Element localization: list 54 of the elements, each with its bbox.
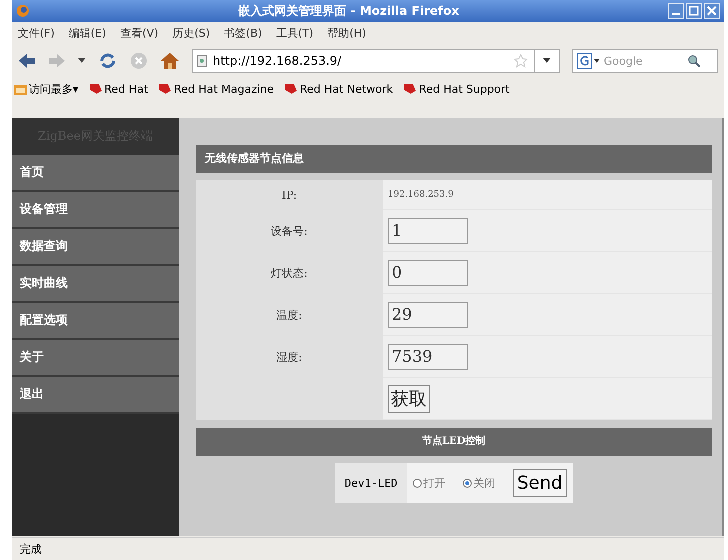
menu-item[interactable]: 查看(V) (120, 26, 159, 40)
window-title: 嵌入式网关管理界面 - Mozilla Firefox (238, 2, 460, 20)
radio-label: 打开 (423, 476, 446, 490)
section-header: 节点LED控制 (196, 428, 712, 456)
sidebar-item[interactable]: 实时曲线 (12, 266, 179, 303)
device-label: Dev1-LED (344, 476, 398, 490)
sidebar-item[interactable]: 首页 (12, 155, 179, 192)
address-bar[interactable]: http://192.168.253.9/ (192, 49, 560, 73)
status-text: 完成 (20, 542, 42, 556)
sidebar-item[interactable]: 配置选项 (12, 303, 179, 340)
field-label: IP: (282, 188, 298, 202)
maximize-icon[interactable] (686, 3, 702, 19)
home-icon[interactable] (160, 52, 180, 70)
sidebar-item[interactable]: 设备管理 (12, 192, 179, 229)
sidebar-item[interactable]: 退出 (12, 377, 179, 414)
field-label: 温度: (276, 308, 302, 322)
bookmark-link[interactable]: Red Hat Magazine (174, 82, 274, 96)
reload-icon[interactable] (98, 51, 118, 71)
input-field[interactable]: 29 (388, 302, 468, 328)
send-button[interactable]: Send (513, 469, 567, 497)
menu-item[interactable]: 书签(B) (224, 26, 262, 40)
fetch-button[interactable]: 获取 (388, 384, 430, 412)
sidebar-item[interactable]: 数据查询 (12, 229, 179, 266)
input-field[interactable]: 1 (388, 218, 468, 244)
input-field[interactable]: 0 (388, 260, 468, 286)
input-field[interactable]: 7539 (388, 344, 468, 370)
dropdown-caret-icon[interactable] (78, 58, 86, 64)
radio-button[interactable] (413, 478, 422, 488)
radio-label: 关闭 (473, 476, 496, 490)
menu-item[interactable]: 帮助(H) (328, 26, 366, 40)
browser-logo-icon (16, 4, 30, 18)
minimize-icon[interactable] (668, 3, 684, 19)
panel-header: 无线传感器节点信息 (196, 145, 712, 173)
star-icon[interactable] (514, 54, 528, 68)
search-icon[interactable] (687, 54, 701, 68)
page-icon (197, 55, 207, 67)
sidebar-item[interactable]: 关于 (12, 340, 179, 377)
close-icon[interactable] (704, 3, 720, 19)
ip-value: 192.168.253.9 (388, 190, 454, 200)
menu-item[interactable]: 工具(T) (276, 26, 314, 40)
field-label: 灯状态: (271, 266, 308, 280)
bookmark-link[interactable]: Red Hat Network (300, 82, 394, 96)
back-arrow-icon[interactable] (18, 53, 36, 69)
radio-button[interactable] (463, 478, 472, 488)
folder-icon (14, 83, 27, 95)
menu-item[interactable]: 文件(F) (18, 26, 55, 40)
field-label: 设备号: (271, 224, 308, 238)
field-label: 湿度: (276, 350, 302, 364)
menu-item[interactable]: 编辑(E) (68, 26, 106, 40)
bookmark-link[interactable]: Red Hat (104, 82, 148, 96)
bookmark-link[interactable]: 访问最多▾ (29, 82, 79, 96)
bookmark-link[interactable]: Red Hat Support (419, 82, 510, 96)
search-engine-icon[interactable] (577, 53, 601, 69)
menu-item[interactable]: 历史(S) (172, 26, 210, 40)
